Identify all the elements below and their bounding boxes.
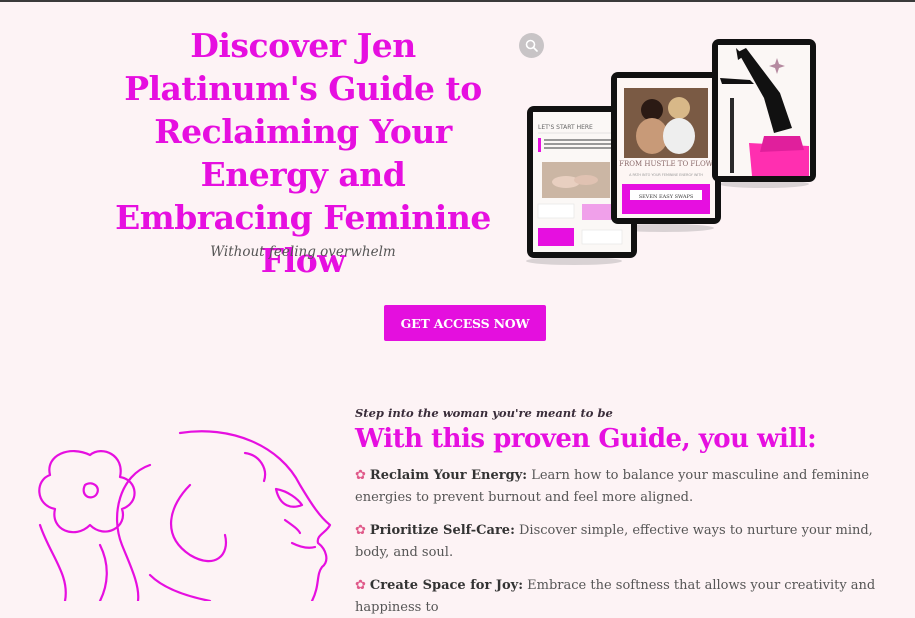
benefit-item: ✿ Reclaim Your Energy: Learn how to balan… xyxy=(355,465,905,508)
flower-icon: ✿ xyxy=(355,523,366,538)
hero-subtitle: Without feeling overwhelm xyxy=(210,244,396,260)
ebook-mockup-image: LET'S START HERE FROM HUSTLE TO FLOW A P… xyxy=(526,39,816,265)
benefit-item: ✿ Create Space for Joy: Embrace the softn… xyxy=(355,575,905,618)
benefit-item: ✿ Prioritize Self-Care: Discover simple, … xyxy=(355,520,905,563)
flower-icon: ✿ xyxy=(355,468,366,483)
ebook-cover-banner: SEVEN EASY SWAPS xyxy=(639,194,694,200)
ebook-cover-title: FROM HUSTLE TO FLOW xyxy=(619,160,714,168)
benefit-lead: Prioritize Self-Care: xyxy=(369,523,515,538)
get-access-button[interactable]: GET ACCESS NOW xyxy=(384,305,546,341)
benefit-lead: Create Space for Joy: xyxy=(369,578,524,593)
tablet-ebook-cover: FROM HUSTLE TO FLOW A PATH INTO YOUR FEM… xyxy=(611,72,721,224)
guide-section-title: With this proven Guide, you will: xyxy=(355,424,817,454)
workbook-header: LET'S START HERE xyxy=(538,124,593,131)
flower-icon: ✿ xyxy=(355,578,366,593)
tablet-photo xyxy=(712,39,816,182)
face-line-art xyxy=(38,430,332,601)
ebook-cover-subtitle: A PATH INTO YOUR FEMININE ENERGY WITH xyxy=(629,173,703,177)
guide-tagline: Step into the woman you're meant to be xyxy=(355,406,613,420)
benefit-lead: Reclaim Your Energy: xyxy=(369,468,528,483)
top-divider xyxy=(0,0,915,2)
